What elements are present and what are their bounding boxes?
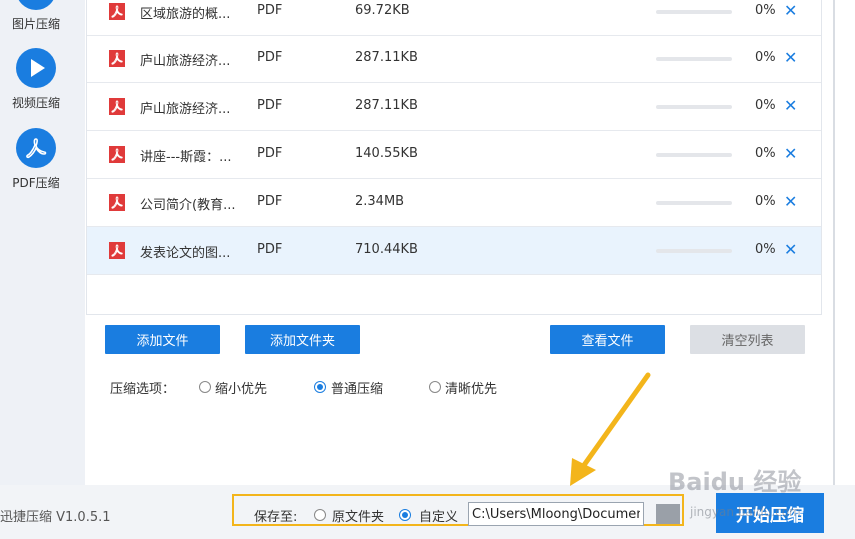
annotation-arrow [570,372,651,486]
